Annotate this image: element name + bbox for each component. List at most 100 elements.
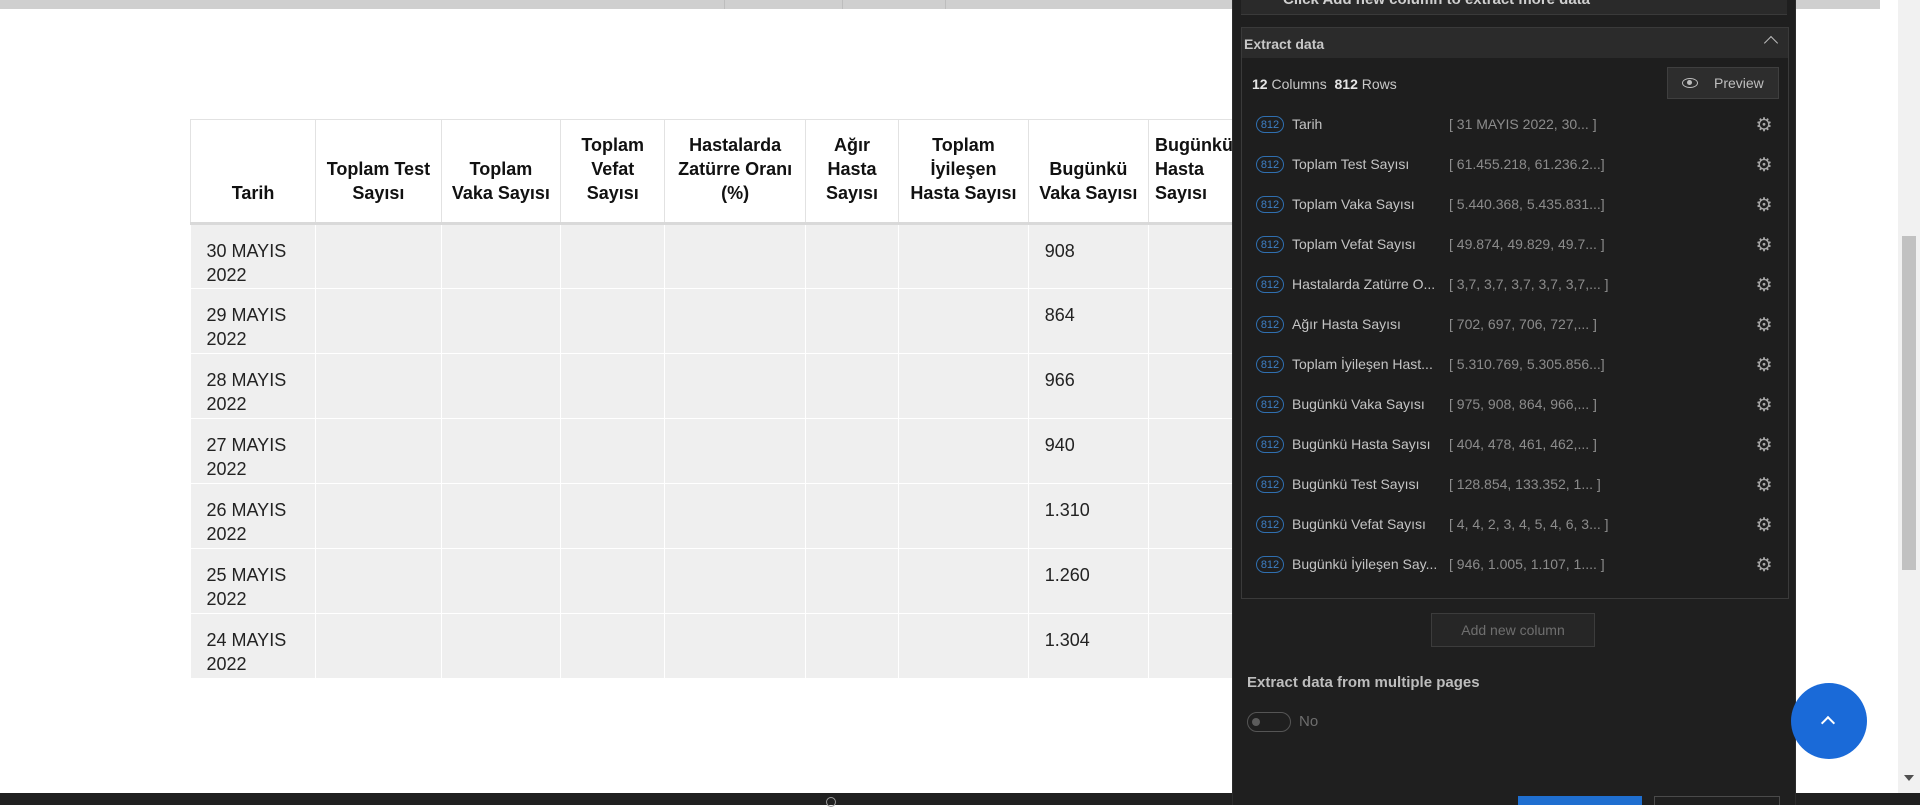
table-cell	[560, 613, 666, 679]
column-row[interactable]: 812 Toplam Test Sayısı [ 61.455.218, 61.23…	[1242, 147, 1788, 187]
table-row: 28 MAYIS 2022 966	[190, 353, 1240, 419]
top-strip-divider	[724, 0, 725, 9]
table-cell	[441, 223, 562, 289]
table-cell	[441, 483, 562, 549]
scroll-to-top-button[interactable]	[1791, 683, 1867, 759]
column-row[interactable]: 812 Tarih [ 31 MAYIS 2022, 30... ] ⚙	[1242, 107, 1788, 147]
row-count-badge: 812	[1256, 316, 1284, 333]
column-header: Toplam Vefat Sayısı	[560, 119, 666, 225]
table-cell	[1148, 418, 1240, 484]
gear-icon[interactable]: ⚙	[1754, 116, 1774, 136]
today-cases-cell: 966	[1028, 353, 1149, 419]
column-row[interactable]: 812 Hastalarda Zatürre O... [ 3,7, 3,7, 3,…	[1242, 267, 1788, 307]
table-cell	[664, 483, 806, 549]
table-cell	[1148, 223, 1240, 289]
scrollbar-thumb[interactable]	[1902, 236, 1916, 570]
table-cell	[315, 288, 442, 354]
extract-panel: Click Add new column to extract more dat…	[1232, 0, 1796, 805]
date-cell: 25 MAYIS 2022	[190, 548, 317, 614]
column-values: [ 404, 478, 461, 462,... ]	[1449, 436, 1597, 452]
today-cases-cell: 908	[1028, 223, 1149, 289]
column-name: Toplam Test Sayısı	[1292, 156, 1410, 172]
column-row[interactable]: 812 Ağır Hasta Sayısı [ 702, 697, 706, 727…	[1242, 307, 1788, 347]
section-header[interactable]: Extract data	[1242, 28, 1788, 58]
column-values: [ 128.854, 133.352, 1... ]	[1449, 476, 1601, 492]
gear-icon[interactable]: ⚙	[1754, 276, 1774, 296]
gear-icon[interactable]: ⚙	[1754, 356, 1774, 376]
table-cell	[805, 613, 900, 679]
table-cell	[664, 613, 806, 679]
column-row[interactable]: 812 Toplam Vaka Sayısı [ 5.440.368, 5.435.…	[1242, 187, 1788, 227]
table-cell	[1148, 548, 1240, 614]
column-name: Bugünkü Hasta Sayısı	[1292, 436, 1431, 452]
gear-icon[interactable]: ⚙	[1754, 436, 1774, 456]
chevron-up-icon[interactable]	[1763, 35, 1779, 51]
column-row[interactable]: 812 Bugünkü İyileşen Say... [ 946, 1.005, …	[1242, 547, 1788, 587]
top-strip-divider	[842, 0, 843, 9]
gear-icon[interactable]: ⚙	[1754, 316, 1774, 336]
column-row[interactable]: 812 Bugünkü Test Sayısı [ 128.854, 133.352…	[1242, 467, 1788, 507]
table-cell	[664, 418, 806, 484]
table-row: 26 MAYIS 2022 1.310	[190, 483, 1240, 549]
columns-count: 12	[1252, 76, 1268, 92]
table-cell	[315, 353, 442, 419]
row-count-badge: 812	[1256, 196, 1284, 213]
add-new-column-button[interactable]: Add new column	[1431, 613, 1595, 647]
row-count-badge: 812	[1256, 436, 1284, 453]
previous-hint-text: Click Add new column to extract more dat…	[1283, 0, 1590, 8]
date-cell: 30 MAYIS 2022	[190, 223, 317, 289]
table-row: 27 MAYIS 2022 940	[190, 418, 1240, 484]
gear-icon[interactable]: ⚙	[1754, 556, 1774, 576]
column-values: [ 3,7, 3,7, 3,7, 3,7, 3,7,... ]	[1449, 276, 1609, 292]
row-count-badge: 812	[1256, 476, 1284, 493]
primary-action-button[interactable]	[1518, 796, 1642, 805]
table-cell	[898, 483, 1029, 549]
scroll-down-arrow-icon[interactable]	[1904, 775, 1914, 781]
column-row[interactable]: 812 Bugünkü Hasta Sayısı [ 404, 478, 461, …	[1242, 427, 1788, 467]
column-name: Ağır Hasta Sayısı	[1292, 316, 1401, 332]
table-cell	[315, 223, 442, 289]
date-cell: 28 MAYIS 2022	[190, 353, 317, 419]
column-row[interactable]: 812 Bugünkü Vaka Sayısı [ 975, 908, 864, 9…	[1242, 387, 1788, 427]
column-row[interactable]: 812 Toplam İyileşen Hast... [ 5.310.769, 5…	[1242, 347, 1788, 387]
multi-pages-toggle[interactable]	[1247, 712, 1291, 732]
top-strip-divider	[945, 0, 946, 9]
column-header: Toplam Vaka Sayısı	[441, 119, 562, 225]
page-scrollbar[interactable]	[1898, 0, 1920, 793]
row-count-badge: 812	[1256, 556, 1284, 573]
secondary-action-button[interactable]	[1654, 796, 1780, 805]
gear-icon[interactable]: ⚙	[1754, 196, 1774, 216]
multi-pages-value: No	[1299, 713, 1319, 730]
rows-count: 812	[1334, 76, 1358, 92]
column-name: Toplam Vefat Sayısı	[1292, 236, 1416, 252]
column-values: [ 4, 4, 2, 3, 4, 5, 4, 6, 3... ]	[1449, 516, 1609, 532]
table-cell	[664, 548, 806, 614]
column-name: Bugünkü Test Sayısı	[1292, 476, 1420, 492]
table-cell	[560, 353, 666, 419]
column-row[interactable]: 812 Toplam Vefat Sayısı [ 49.874, 49.829, …	[1242, 227, 1788, 267]
gear-icon[interactable]: ⚙	[1754, 516, 1774, 536]
gear-icon[interactable]: ⚙	[1754, 156, 1774, 176]
table-cell	[1148, 288, 1240, 354]
table-cell	[805, 288, 900, 354]
row-count-badge: 812	[1256, 356, 1284, 373]
column-header: Toplam İyileşen Hasta Sayısı	[898, 119, 1029, 225]
date-cell: 26 MAYIS 2022	[190, 483, 317, 549]
table-cell	[560, 418, 666, 484]
table-cell	[664, 353, 806, 419]
column-row[interactable]: 812 Bugünkü Vefat Sayısı [ 4, 4, 2, 3, 4, …	[1242, 507, 1788, 547]
column-values: [ 702, 697, 706, 727,... ]	[1449, 316, 1597, 332]
today-cases-cell: 864	[1028, 288, 1149, 354]
gear-icon[interactable]: ⚙	[1754, 236, 1774, 256]
table-cell	[898, 548, 1029, 614]
table-cell	[898, 288, 1029, 354]
column-values: [ 946, 1.005, 1.107, 1.... ]	[1449, 556, 1605, 572]
column-header: Toplam Test Sayısı	[315, 119, 442, 225]
gear-icon[interactable]: ⚙	[1754, 476, 1774, 496]
taskbar-icon[interactable]	[826, 797, 836, 807]
gear-icon[interactable]: ⚙	[1754, 396, 1774, 416]
table-cell	[898, 613, 1029, 679]
preview-button[interactable]: Preview	[1667, 67, 1779, 99]
section-title: Extract data	[1244, 36, 1325, 52]
column-name: Bugünkü İyileşen Say...	[1292, 556, 1438, 572]
